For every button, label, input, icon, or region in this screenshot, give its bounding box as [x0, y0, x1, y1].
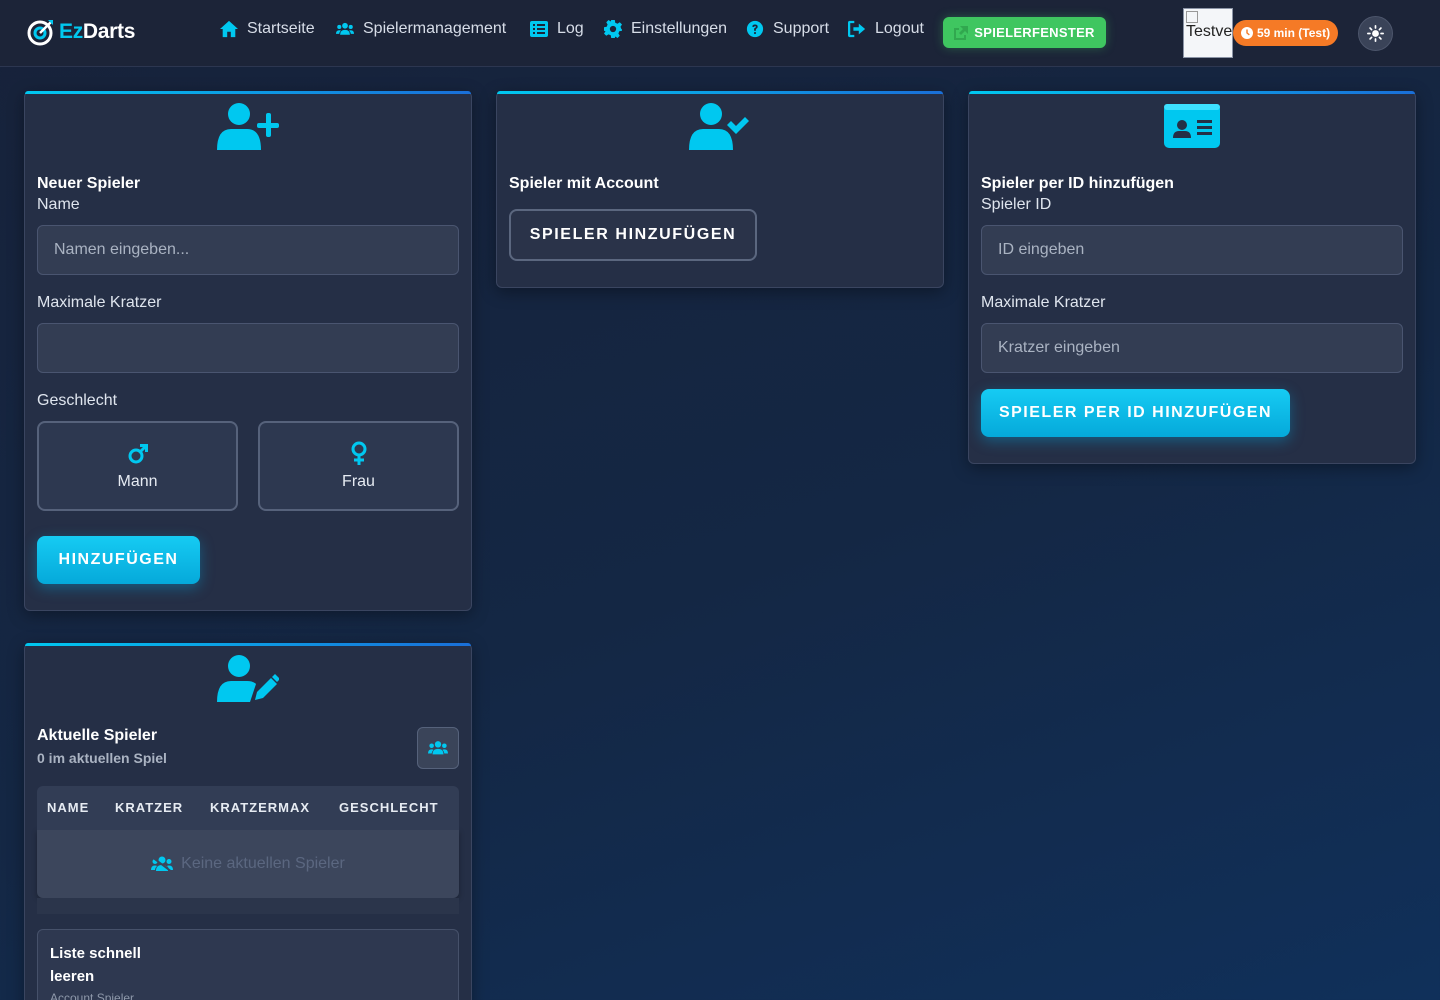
id-max-kratzer-label: Maximale Kratzer	[981, 294, 1106, 311]
id-player-title: Spieler per ID hinzufügen	[981, 175, 1174, 192]
external-window-icon	[954, 25, 969, 40]
home-icon	[220, 20, 238, 38]
users-icon	[336, 22, 354, 35]
female-icon	[351, 441, 366, 465]
add-player-button[interactable]: HINZUFÜGEN	[37, 536, 200, 584]
current-players-count: 0 im aktuellen Spiel	[37, 750, 167, 766]
add-account-player-button[interactable]: SPIELER HINZUFÜGEN	[509, 209, 757, 261]
players-table-empty-state: Keine aktuellen Spieler	[37, 830, 459, 898]
name-input[interactable]	[37, 225, 459, 275]
nav-log[interactable]: Log	[530, 18, 584, 40]
trial-timer-badge: 59 min (Test)	[1233, 20, 1338, 46]
max-kratzer-input[interactable]	[37, 323, 459, 373]
nav-logout-label: Logout	[875, 20, 924, 37]
broken-image-icon	[1186, 11, 1198, 23]
brand-name: EzDarts	[59, 20, 136, 43]
brand-logo-link[interactable]: EzDarts	[27, 18, 135, 46]
avatar-alt-text: Testve	[1186, 23, 1233, 40]
male-icon	[128, 444, 148, 464]
current-players-card: Aktuelle Spieler 0 im aktuellen Spiel NA…	[24, 643, 472, 1000]
user-plus-icon	[217, 102, 279, 157]
user-edit-icon	[217, 654, 280, 709]
gender-female-label: Frau	[342, 473, 375, 490]
spielerfenster-button[interactable]: SPIELERFENSTER	[943, 17, 1106, 48]
users-icon	[428, 741, 448, 755]
quick-clear-panel: Liste schnell leeren Account Spieler	[37, 929, 459, 1000]
id-card-icon	[1164, 102, 1220, 153]
quick-clear-title: Liste schnell leeren	[50, 945, 141, 985]
max-kratzer-label: Maximale Kratzer	[37, 294, 162, 311]
logout-icon	[848, 20, 866, 38]
theme-toggle-button[interactable]	[1358, 16, 1393, 51]
gender-male-label: Mann	[117, 473, 158, 490]
new-player-title: Neuer Spieler	[37, 175, 141, 192]
nav-startseite-label: Startseite	[247, 20, 315, 37]
sun-icon	[1367, 25, 1384, 42]
gender-female-button[interactable]: Frau	[258, 421, 459, 511]
spielerfenster-label: SPIELERFENSTER	[974, 25, 1095, 40]
spieler-id-label: Spieler ID	[981, 196, 1052, 213]
nav-logout[interactable]: Logout	[848, 18, 924, 40]
nav-einstellungen-label: Einstellungen	[631, 20, 728, 37]
players-table-header: NAME KRATZER KRATZERMAX GESCHLECHT	[37, 786, 459, 830]
new-player-card: Neuer Spieler Name Maximale Kratzer Gesc…	[24, 91, 472, 611]
list-icon	[530, 21, 548, 37]
players-table: NAME KRATZER KRATZERMAX GESCHLECHT Keine…	[37, 786, 459, 914]
current-players-title: Aktuelle Spieler	[37, 727, 158, 744]
nav-support[interactable]: Support	[746, 18, 829, 40]
column-header-geschlecht[interactable]: GESCHLECHT	[339, 800, 439, 815]
gear-icon	[604, 20, 622, 38]
table-horizontal-scrollbar[interactable]	[37, 898, 459, 914]
trial-timer-text: 59 min (Test)	[1256, 26, 1331, 40]
clock-icon	[1240, 27, 1253, 39]
user-check-icon	[689, 102, 751, 157]
column-header-name[interactable]: NAME	[47, 800, 89, 815]
avatar[interactable]: Testve	[1183, 8, 1233, 58]
group-players-button[interactable]	[417, 727, 459, 769]
nav-support-label: Support	[773, 20, 830, 37]
nav-log-label: Log	[557, 20, 584, 37]
column-header-kratzermax[interactable]: KRATZERMAX	[210, 800, 310, 815]
column-header-kratzer[interactable]: KRATZER	[115, 800, 183, 815]
nav-spielermanagement[interactable]: Spielermanagement	[336, 18, 506, 40]
quick-clear-subtitle: Account Spieler	[50, 991, 135, 1000]
add-player-by-id-button[interactable]: SPIELER PER ID HINZUFÜGEN	[981, 389, 1290, 437]
account-player-title: Spieler mit Account	[509, 175, 659, 192]
nav-einstellungen[interactable]: Einstellungen	[604, 18, 727, 40]
id-max-kratzer-input[interactable]	[981, 323, 1403, 373]
gender-label: Geschlecht	[37, 392, 118, 409]
users-slash-icon	[151, 855, 174, 873]
spieler-id-input[interactable]	[981, 225, 1403, 275]
question-circle-icon	[746, 20, 764, 38]
id-player-card: Spieler per ID hinzufügen Spieler ID Max…	[968, 91, 1416, 464]
name-label: Name	[37, 196, 80, 213]
top-navbar: EzDarts Startseite Spielermanagement Log…	[0, 0, 1440, 67]
dart-target-icon	[27, 20, 53, 46]
nav-spielermanagement-label: Spielermanagement	[363, 20, 507, 37]
account-player-card: Spieler mit Account SPIELER HINZUFÜGEN	[496, 91, 944, 288]
empty-state-text: Keine aktuellen Spieler	[181, 855, 345, 872]
gender-male-button[interactable]: Mann	[37, 421, 238, 511]
nav-startseite[interactable]: Startseite	[220, 18, 315, 40]
